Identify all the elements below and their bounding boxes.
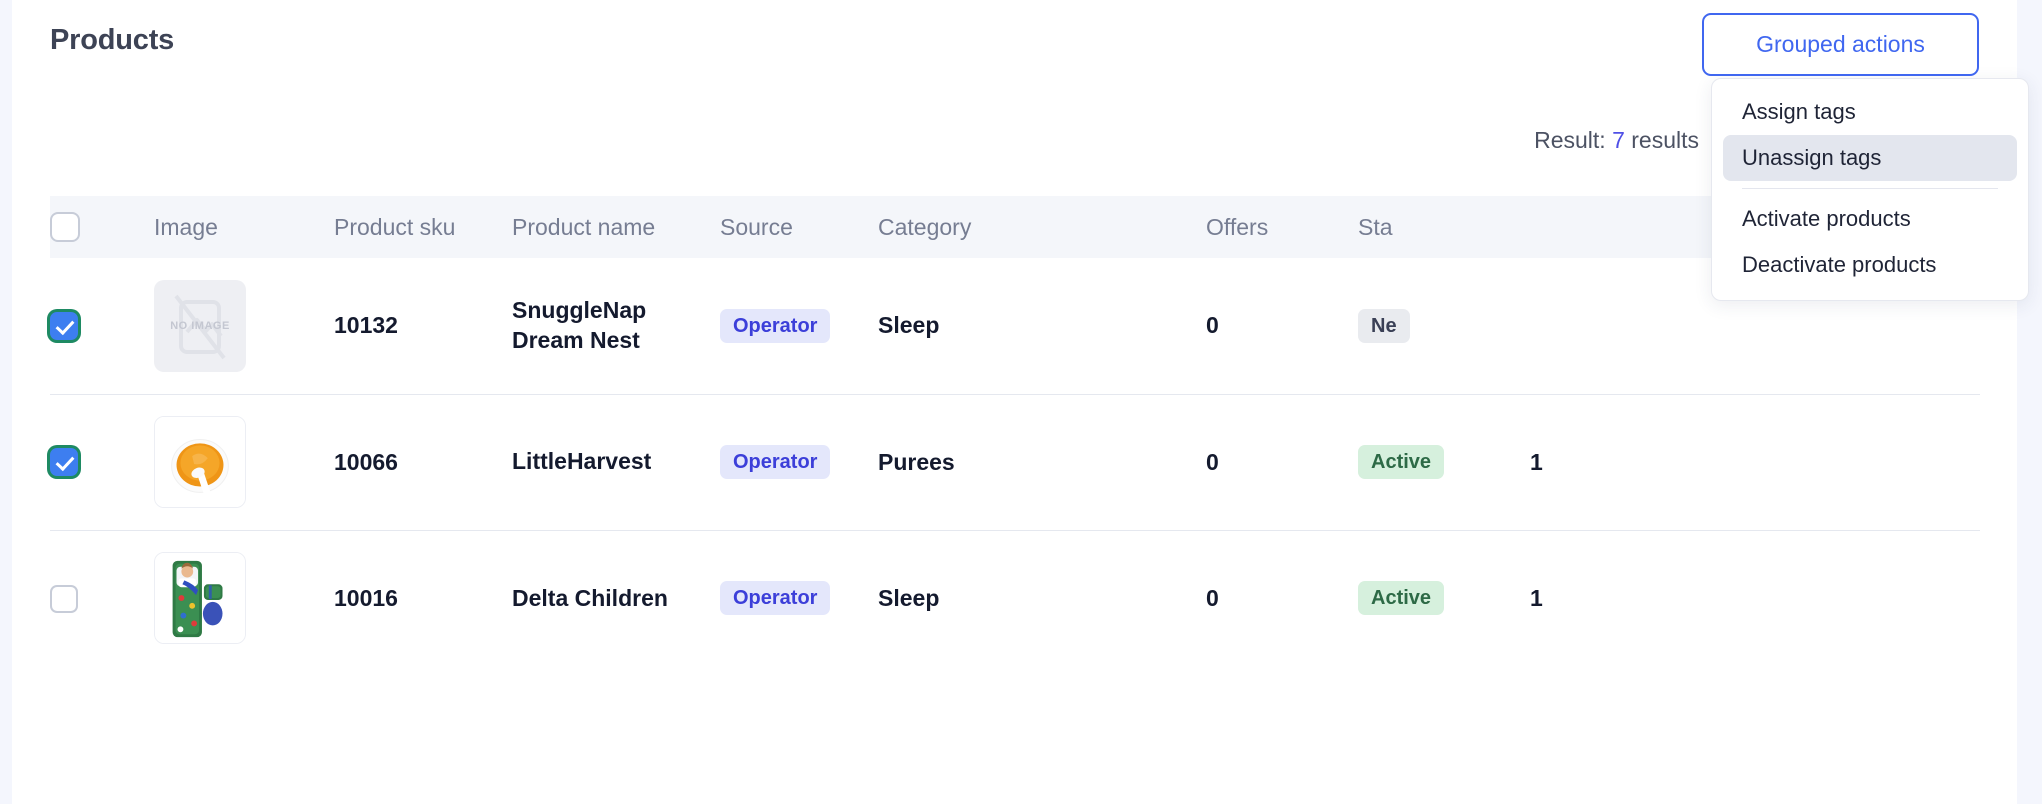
row-category: Purees <box>878 394 1206 531</box>
row-sku: 10016 <box>334 584 398 611</box>
row-status-cell: Ne <box>1358 258 1530 395</box>
row-extra: 1 <box>1530 584 1543 611</box>
header-select-all-cell <box>50 196 154 258</box>
row-source-cell: Operator <box>720 530 878 666</box>
source-badge: Operator <box>720 308 831 343</box>
product-thumbnail <box>154 416 246 508</box>
table-header-row: Image Product sku Product name Source Ca… <box>50 196 1980 258</box>
table-row[interactable]: 10066 LittleHarvest Operator Purees 0 Ac… <box>50 394 1980 531</box>
row-category: Sleep <box>878 584 940 611</box>
table-body: NO IMAGE 10132 SnuggleNap Dream Nest Ope… <box>50 258 1980 666</box>
row-offers: 0 <box>1206 394 1358 531</box>
grouped-actions-button[interactable]: Grouped actions <box>1702 13 1979 76</box>
source-badge: Operator <box>720 581 831 616</box>
status-badge: Active <box>1358 581 1445 616</box>
result-prefix: Result: <box>1534 127 1606 153</box>
dropdown-item-unassign-tags[interactable]: Unassign tags <box>1723 135 2017 181</box>
row-image-cell: NO IMAGE <box>154 258 334 395</box>
header-status[interactable]: Sta <box>1358 196 1530 258</box>
select-all-checkbox[interactable] <box>50 212 80 242</box>
row-product-name: Delta Children <box>512 584 668 611</box>
source-badge: Operator <box>720 445 831 479</box>
no-image-label: NO IMAGE <box>170 319 230 332</box>
content-card: Products Grouped actions Assign tags Una… <box>12 0 2029 804</box>
row-select-cell <box>50 530 154 666</box>
row-select-cell <box>50 258 154 395</box>
header-product-sku[interactable]: Product sku <box>334 196 512 258</box>
table-row[interactable]: 10016 Delta Children Operator Sleep 0 Ac… <box>50 530 1980 666</box>
dropdown-divider <box>1742 188 1998 189</box>
row-checkbox[interactable] <box>50 448 78 477</box>
row-image-cell <box>154 530 334 666</box>
result-count: Result: 7 results <box>1534 127 1699 154</box>
table-header: Image Product sku Product name Source Ca… <box>50 196 1980 258</box>
page-title: Products <box>50 24 175 56</box>
row-checkbox[interactable] <box>50 312 78 341</box>
row-sku: 10066 <box>334 394 512 531</box>
row-product-name: LittleHarvest <box>512 394 720 531</box>
dropdown-item-deactivate-products[interactable]: Deactivate products <box>1723 242 2017 288</box>
header-image[interactable]: Image <box>154 196 334 258</box>
row-offers: 0 <box>1206 258 1358 395</box>
dropdown-item-activate-products[interactable]: Activate products <box>1723 196 2017 242</box>
result-count-value: 7 <box>1612 127 1625 153</box>
row-extra: 1 <box>1530 394 1980 531</box>
product-thumbnail-placeholder: NO IMAGE <box>154 279 246 372</box>
grouped-actions-dropdown: Assign tags Unassign tags Activate produ… <box>1711 78 2029 301</box>
nap-mat-image <box>155 553 245 644</box>
row-select-cell <box>50 394 154 531</box>
result-suffix: results <box>1631 127 1699 153</box>
product-thumbnail <box>154 552 246 645</box>
row-image-cell <box>154 394 334 531</box>
header-product-name[interactable]: Product name <box>512 196 720 258</box>
row-category: Sleep <box>878 258 1206 395</box>
row-source-cell: Operator <box>720 258 878 395</box>
row-checkbox[interactable] <box>50 584 78 613</box>
status-badge: Ne <box>1358 308 1410 343</box>
row-status-cell: Active <box>1358 530 1530 666</box>
row-status-cell: Active <box>1358 394 1530 531</box>
row-source-cell: Operator <box>720 394 878 531</box>
header-category[interactable]: Category <box>878 196 1206 258</box>
status-badge: Active <box>1358 445 1445 479</box>
puree-bowl-image <box>155 417 245 507</box>
header-offers[interactable]: Offers <box>1206 196 1358 258</box>
page-background: Products Grouped actions Assign tags Una… <box>0 0 2042 804</box>
dropdown-item-assign-tags[interactable]: Assign tags <box>1723 89 2017 135</box>
row-product-name: SnuggleNap Dream Nest <box>512 258 720 395</box>
products-table-container: Image Product sku Product name Source Ca… <box>50 196 1980 666</box>
products-table: Image Product sku Product name Source Ca… <box>50 196 1980 666</box>
row-offers: 0 <box>1206 584 1219 611</box>
header-source[interactable]: Source <box>720 196 878 258</box>
row-sku: 10132 <box>334 258 512 395</box>
table-row[interactable]: NO IMAGE 10132 SnuggleNap Dream Nest Ope… <box>50 258 1980 395</box>
